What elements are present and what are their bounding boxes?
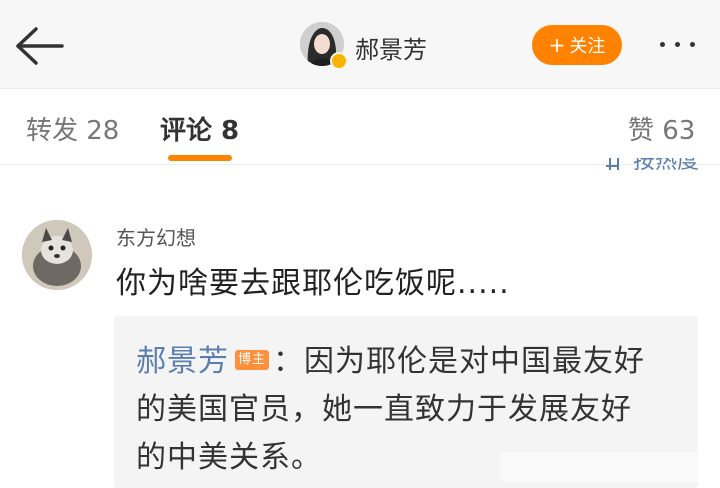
- commenter-avatar[interactable]: [22, 220, 92, 290]
- reply-separator: ：: [273, 344, 305, 379]
- tab-comment[interactable]: 评论 8: [160, 110, 239, 147]
- tab-like[interactable]: 赞 63: [628, 110, 695, 147]
- more-dots-icon[interactable]: [655, 34, 705, 58]
- reply-line-3: 的中美关系。: [136, 440, 322, 475]
- verified-badge-icon: [330, 52, 348, 70]
- commenter-avatar-image: [22, 220, 92, 290]
- blogger-badge: 博主: [235, 349, 270, 370]
- sort-toggle[interactable]: 按热度: [602, 158, 699, 182]
- back-arrow-icon[interactable]: [14, 26, 66, 66]
- follow-button[interactable]: + 关注: [532, 25, 622, 65]
- watermark: [500, 452, 710, 482]
- reply-line-1: 郝景芳 博主 ：因为耶伦是对中国最友好: [136, 336, 645, 380]
- commenter-name[interactable]: 东方幻想: [116, 222, 196, 251]
- plus-icon: +: [548, 33, 566, 57]
- sort-label: 按热度: [633, 158, 700, 174]
- active-tab-indicator: [168, 155, 232, 161]
- reply-line-2: 的美国官员，她一直致力于发展友好: [136, 392, 632, 427]
- header-divider: [0, 88, 720, 89]
- reply-author[interactable]: 郝景芳: [136, 344, 229, 379]
- top-bar: 郝景芳 + 关注: [0, 0, 720, 88]
- reply-text-1: 因为耶伦是对中国最友好: [304, 344, 646, 379]
- author-name[interactable]: 郝景芳: [355, 30, 427, 65]
- sort-icon: [606, 158, 619, 170]
- follow-label: 关注: [569, 36, 606, 57]
- tab-repost[interactable]: 转发 28: [26, 110, 119, 147]
- comment-text: 你为啥要去跟耶伦吃饭呢.....: [116, 266, 510, 301]
